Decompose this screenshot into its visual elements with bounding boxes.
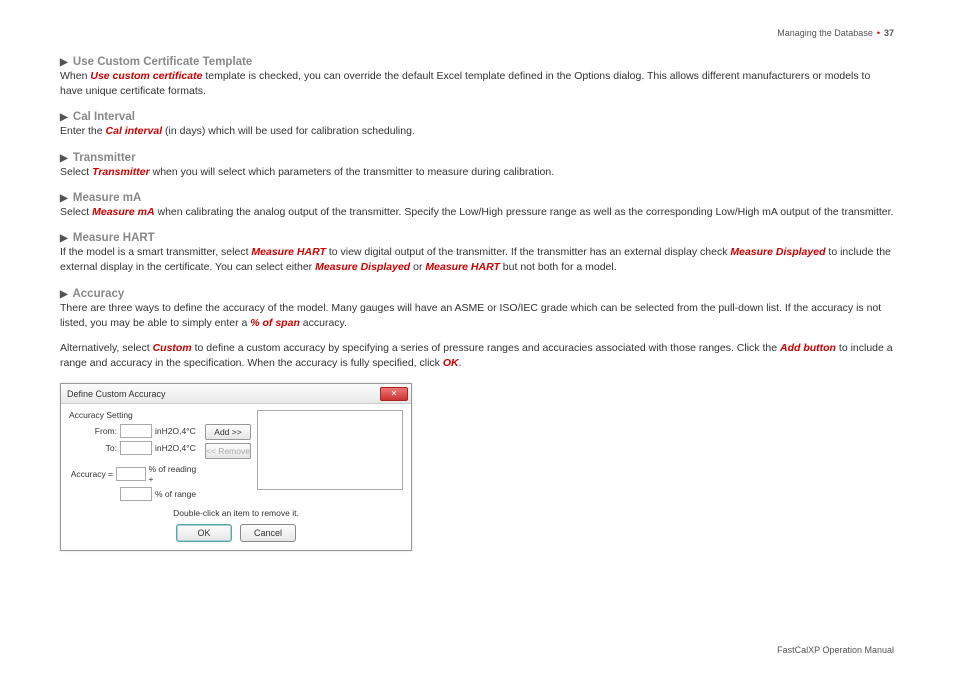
close-icon[interactable]: ✕ (380, 387, 408, 401)
body-paragraph: If the model is a smart transmitter, sel… (60, 245, 894, 275)
remove-button[interactable]: << Remove (205, 443, 251, 459)
body-paragraph: There are three ways to define the accur… (60, 301, 894, 331)
section-heading-measure-hart: ▶ Measure HART (60, 232, 894, 244)
listbox-caption: Double-click an item to remove it. (61, 508, 411, 518)
group-label: Accuracy Setting (69, 410, 199, 420)
reading-unit: % of reading + (149, 464, 199, 484)
cancel-button[interactable]: Cancel (240, 524, 296, 542)
section-heading-cal-interval: ▶ Cal Interval (60, 111, 894, 123)
dialog-title: Define Custom Accuracy (67, 389, 166, 399)
reading-input[interactable] (116, 467, 146, 481)
body-paragraph: Select Measure mA when calibrating the a… (60, 205, 894, 220)
dialog-titlebar: Define Custom Accuracy ✕ (61, 384, 411, 404)
range-unit: % of range (155, 489, 196, 499)
to-label: To: (69, 443, 117, 453)
from-input[interactable] (120, 424, 152, 438)
to-input[interactable] (120, 441, 152, 455)
from-unit: inH2O,4°C (155, 426, 196, 436)
body-paragraph: Alternatively, select Custom to define a… (60, 341, 894, 371)
section-heading-transmitter: ▶ Transmitter (60, 152, 894, 164)
body-paragraph: Select Transmitter when you will select … (60, 165, 894, 180)
accuracy-label: Accuracy = (69, 469, 113, 479)
section-heading-accuracy: ▶ Accuracy (60, 288, 894, 300)
section-heading-measure-ma: ▶ Measure mA (60, 192, 894, 204)
add-button[interactable]: Add >> (205, 424, 251, 440)
body-paragraph: Enter the Cal interval (in days) which w… (60, 124, 894, 139)
from-label: From: (69, 426, 117, 436)
ranges-listbox[interactable] (257, 410, 403, 490)
body-paragraph: When Use custom certificate template is … (60, 69, 894, 99)
to-unit: inH2O,4°C (155, 443, 196, 453)
page-footer: FastCalXP Operation Manual (777, 645, 894, 655)
ok-button[interactable]: OK (176, 524, 232, 542)
range-input[interactable] (120, 487, 152, 501)
section-heading-certificate: ▶ Use Custom Certificate Template (60, 56, 894, 68)
page-header: Managing the Database•37 (60, 28, 894, 38)
define-custom-accuracy-dialog: Define Custom Accuracy ✕ Accuracy Settin… (60, 383, 412, 551)
